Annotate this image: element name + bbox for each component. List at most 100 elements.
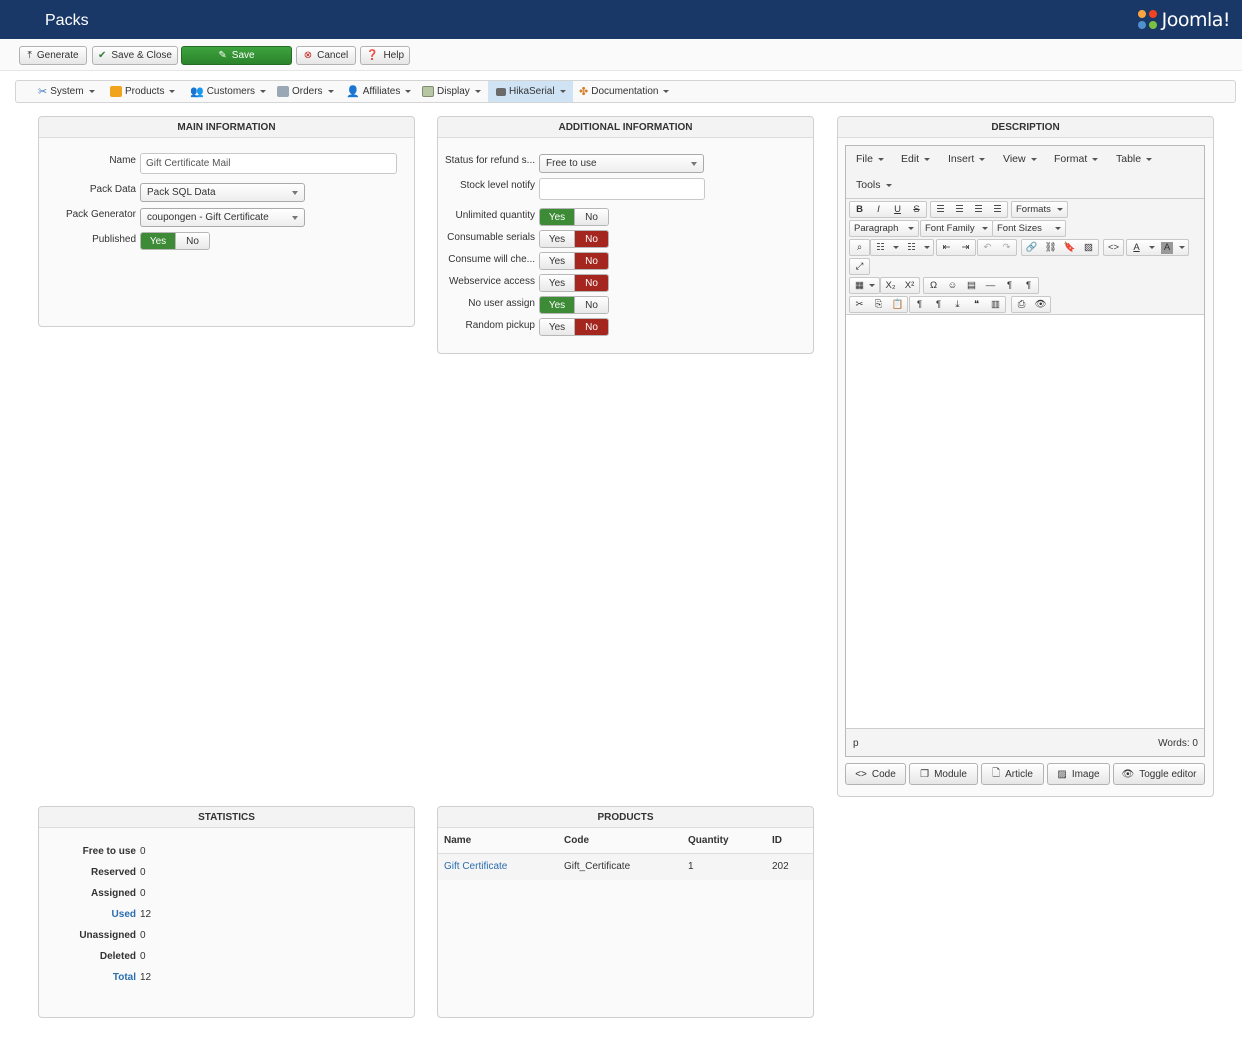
statistic-link[interactable]: Used [40, 909, 136, 920]
redo-icon[interactable]: ↷ [997, 240, 1016, 255]
generate-button[interactable]: ⤒ Generate [19, 46, 87, 65]
background-color-icon[interactable]: A [1161, 241, 1173, 254]
name-input[interactable]: Gift Certificate Mail [140, 153, 397, 174]
rtl-icon[interactable]: ¶ [1019, 278, 1038, 293]
bullet-list-icon[interactable]: ☷ [871, 240, 890, 255]
yes-no-toggle[interactable]: Yes No [539, 230, 609, 248]
yes-no-toggle[interactable]: Yes No [539, 296, 609, 314]
published-no[interactable]: No [175, 233, 209, 249]
statistic-link[interactable]: Total [40, 972, 136, 983]
pagebreak-icon[interactable]: ▥ [986, 297, 1005, 312]
toggle-yes[interactable]: Yes [540, 209, 574, 225]
indent-icon[interactable]: ⇥ [956, 240, 975, 255]
cut-icon[interactable]: ✂ [850, 297, 869, 312]
table-icon[interactable]: ▦ [850, 278, 869, 293]
toggle-yes[interactable]: Yes [540, 253, 574, 269]
yes-no-toggle[interactable]: Yes No [539, 252, 609, 270]
visual-chars-icon[interactable]: ¶ [910, 297, 929, 312]
outdent-icon[interactable]: ⇤ [937, 240, 956, 255]
yes-no-toggle[interactable]: Yes No [539, 208, 609, 226]
menu-documentation[interactable]: ✤ Documentation [579, 81, 670, 102]
menu-display[interactable]: Display [422, 81, 481, 102]
published-yes[interactable]: Yes [141, 233, 175, 249]
toggle-no[interactable]: No [574, 297, 608, 313]
save-close-button[interactable]: ✔ Save & Close [92, 46, 178, 65]
editor-content-area[interactable] [846, 316, 1204, 728]
copy-icon[interactable]: ⎘ [869, 297, 888, 312]
menu-customers[interactable]: 👥 Customers [190, 81, 267, 102]
menu-products[interactable]: Products [110, 81, 176, 102]
toggle-no[interactable]: No [574, 275, 608, 291]
joomla-logo[interactable]: Joomla! [1137, 9, 1231, 31]
align-center-icon[interactable]: ☰ [950, 202, 969, 217]
column-header-code[interactable]: Code [564, 835, 589, 846]
toggle-yes[interactable]: Yes [540, 231, 574, 247]
italic-icon[interactable]: I [869, 202, 888, 217]
preview-icon[interactable]: 👁 [1031, 297, 1050, 312]
formats-dropdown[interactable]: Formats [1011, 201, 1068, 218]
toggle-yes[interactable]: Yes [540, 319, 574, 335]
help-button[interactable]: ❓ Help [360, 46, 410, 65]
editor-image-button[interactable]: ▨ Image [1047, 763, 1110, 785]
strikethrough-icon[interactable]: S [907, 202, 926, 217]
media-icon[interactable]: ▤ [962, 278, 981, 293]
source-code-icon[interactable]: <> [1104, 240, 1123, 255]
visual-blocks-icon[interactable]: ¶ [929, 297, 948, 312]
editor-menu-table[interactable]: Table [1116, 153, 1153, 165]
editor-menu-view[interactable]: View [1003, 153, 1037, 165]
unlink-icon[interactable]: ⛓ [1041, 240, 1060, 255]
underline-icon[interactable]: U [888, 202, 907, 217]
superscript-icon[interactable]: X² [900, 278, 919, 293]
binoculars-icon[interactable]: ⌕ [850, 240, 869, 255]
toggle-no[interactable]: No [574, 253, 608, 269]
toggle-yes[interactable]: Yes [540, 275, 574, 291]
link-icon[interactable]: 🔗 [1022, 240, 1041, 255]
editor-menu-edit[interactable]: Edit [901, 153, 931, 165]
published-toggle[interactable]: Yes No [140, 232, 210, 250]
paste-icon[interactable]: 📋 [888, 297, 907, 312]
editor-menu-format[interactable]: Format [1054, 153, 1099, 165]
toggle-editor-button[interactable]: 👁 Toggle editor [1113, 763, 1205, 785]
align-justify-icon[interactable]: ☰ [988, 202, 1007, 217]
image-icon[interactable]: ▨ [1079, 240, 1098, 255]
font-family-dropdown[interactable]: Font Family [920, 220, 993, 237]
subscript-icon[interactable]: X₂ [881, 278, 900, 293]
align-right-icon[interactable]: ☰ [969, 202, 988, 217]
editor-menu-tools[interactable]: Tools [856, 179, 892, 191]
yes-no-toggle[interactable]: Yes No [539, 274, 609, 292]
yes-no-toggle[interactable]: Yes No [539, 318, 609, 336]
bookmark-icon[interactable]: 🔖 [1060, 240, 1079, 255]
status-refund-select[interactable]: Free to use [539, 154, 704, 173]
print-icon[interactable]: ⎙ [1012, 297, 1031, 312]
horizontal-rule-icon[interactable]: — [981, 278, 1000, 293]
product-name-link[interactable]: Gift Certificate [444, 861, 507, 872]
ltr-icon[interactable]: ¶ [1000, 278, 1019, 293]
emoticons-icon[interactable]: ☺ [943, 278, 962, 293]
toggle-no[interactable]: No [574, 209, 608, 225]
text-color-icon[interactable]: A [1127, 240, 1146, 255]
editor-module-button[interactable]: ❐ Module [909, 763, 978, 785]
column-header-name[interactable]: Name [444, 835, 471, 846]
menu-hikaserial[interactable]: HikaSerial [488, 81, 573, 102]
special-char-icon[interactable]: Ω [924, 278, 943, 293]
stock-notify-input[interactable] [539, 178, 705, 200]
pack-data-select[interactable]: Pack SQL Data [140, 183, 305, 202]
column-header-id[interactable]: ID [772, 835, 782, 846]
editor-article-button[interactable]: 🗋 Article [981, 763, 1044, 785]
align-left-icon[interactable]: ☰ [931, 202, 950, 217]
fullscreen-icon[interactable]: ⤢ [850, 259, 869, 274]
numbered-list-icon[interactable]: ☷ [902, 240, 921, 255]
cancel-button[interactable]: ⊗ Cancel [296, 46, 356, 65]
editor-menu-insert[interactable]: Insert [948, 153, 986, 165]
paragraph-dropdown[interactable]: Paragraph [849, 220, 919, 237]
save-button[interactable]: ✎ Save [181, 46, 292, 65]
menu-orders[interactable]: Orders [277, 81, 334, 102]
insert-template-icon[interactable]: ⤓ [948, 297, 967, 312]
undo-icon[interactable]: ↶ [978, 240, 997, 255]
editor-code-button[interactable]: <> Code [845, 763, 906, 785]
toggle-yes[interactable]: Yes [540, 297, 574, 313]
editor-menu-file[interactable]: File [856, 153, 884, 165]
toggle-no[interactable]: No [574, 231, 608, 247]
bold-icon[interactable]: B [850, 202, 869, 217]
menu-affiliates[interactable]: 👤 Affiliates [346, 81, 412, 102]
